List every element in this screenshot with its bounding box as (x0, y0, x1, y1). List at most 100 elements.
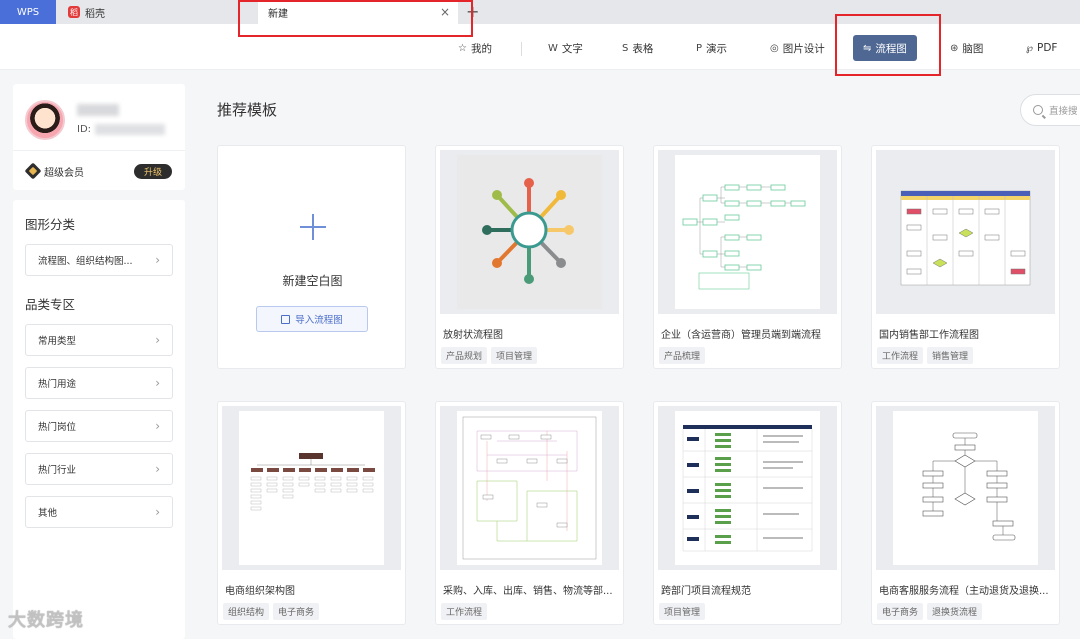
import-icon (281, 314, 291, 324)
tag[interactable]: 电子商务 (877, 603, 924, 620)
tab-daoke[interactable]: 稻 稻壳 (58, 0, 238, 24)
import-label: 导入流程图 (295, 315, 343, 326)
template-thumbnail (440, 150, 619, 314)
tab-daoke-label: 稻壳 (85, 8, 105, 20)
nav-presentation[interactable]: P 演示 (686, 35, 737, 61)
tag[interactable]: 工作流程 (877, 347, 924, 364)
template-card[interactable]: 电商客服服务流程（主动退货及退换... 电子商务 退换货流程 (871, 401, 1060, 625)
category-zone-heading: 品类专区 (25, 297, 76, 312)
chevron-right-icon: › (155, 419, 160, 433)
user-id-blurred (95, 124, 165, 135)
nav-image-design-label: 图片设计 (782, 42, 825, 55)
chevron-right-icon: › (155, 253, 160, 267)
template-thumbnail (876, 406, 1055, 570)
search-input[interactable]: 直接搜 (1020, 94, 1080, 126)
category-item-common[interactable]: 常用类型 › (25, 324, 173, 356)
template-tags: 工作流程 (441, 603, 488, 620)
shape-category-select[interactable]: 流程图、组织结构图... › (25, 244, 173, 276)
nav-mine-label: 我的 (470, 42, 492, 55)
template-tags: 项目管理 (659, 603, 706, 620)
template-card[interactable]: 跨部门项目流程规范 项目管理 (653, 401, 842, 625)
chevron-right-icon: › (155, 333, 160, 347)
tag[interactable]: 产品规划 (441, 347, 488, 364)
tree-flowchart-preview (675, 155, 820, 309)
tag[interactable]: 项目管理 (491, 347, 538, 364)
tag[interactable]: 组织结构 (223, 603, 270, 620)
template-card[interactable]: 采购、入库、出库、销售、物流等部... 工作流程 (435, 401, 624, 625)
template-card[interactable]: 放射状流程图 产品规划 项目管理 (435, 145, 624, 369)
nav-image-design[interactable]: ◎ 图片设计 (760, 35, 835, 61)
nav-pdf[interactable]: ℘ PDF (1016, 35, 1067, 61)
nav-spreadsheet[interactable]: S 表格 (612, 35, 663, 61)
cross-dept-flowchart-preview (675, 411, 820, 565)
category-item-label: 常用类型 (38, 336, 77, 347)
template-card[interactable]: 电商组织架构图 组织结构 电子商务 (217, 401, 406, 625)
category-item-label: 其他 (38, 508, 58, 519)
template-tags: 产品规划 项目管理 (441, 347, 538, 364)
presentation-icon: P (696, 42, 703, 54)
chevron-right-icon: › (155, 462, 160, 476)
username-blurred (77, 104, 119, 116)
mindmap-icon: ⊛ (950, 42, 959, 54)
nav-pdf-label: PDF (1036, 42, 1058, 54)
nav-mindmap-label: 脑图 (962, 42, 984, 55)
vip-diamond-icon (24, 162, 42, 180)
import-flowchart-button[interactable]: 导入流程图 (256, 306, 368, 332)
page-title: 推荐模板 (217, 101, 278, 119)
template-tags: 组织结构 电子商务 (223, 603, 320, 620)
tag[interactable]: 项目管理 (659, 603, 706, 620)
template-title: 放射状流程图 (443, 330, 503, 341)
category-item-label: 热门用途 (38, 379, 77, 390)
category-item-label: 热门岗位 (38, 422, 77, 433)
upgrade-button[interactable]: 升级 (134, 164, 172, 179)
plus-icon (300, 214, 326, 240)
highlight-new-tab (238, 0, 473, 37)
template-tags: 电子商务 退换货流程 (877, 603, 983, 620)
highlight-flowchart-nav (835, 14, 941, 76)
new-blank-label: 新建空白图 (282, 274, 343, 288)
tag[interactable]: 退换货流程 (927, 603, 983, 620)
image-design-icon: ◎ (770, 42, 779, 54)
radial-flowchart-preview (457, 155, 602, 309)
template-title: 国内销售部工作流程图 (879, 330, 979, 341)
template-card[interactable]: 企业（含运营商）管理员端到端流程 产品梳理 (653, 145, 842, 369)
template-title: 跨部门项目流程规范 (661, 586, 751, 597)
nav-mindmap[interactable]: ⊛ 脑图 (940, 35, 993, 61)
template-title: 采购、入库、出库、销售、物流等部... (443, 586, 613, 597)
nav-spreadsheet-label: 表格 (632, 42, 654, 55)
avatar[interactable] (25, 100, 65, 140)
watermark-logo: 大数跨境 (8, 610, 84, 631)
tag[interactable]: 工作流程 (441, 603, 488, 620)
org-chart-preview (239, 411, 384, 565)
nav-mine[interactable]: ☆ 我的 (448, 35, 502, 61)
shape-category-heading: 图形分类 (25, 217, 76, 232)
template-title: 企业（含运营商）管理员端到端流程 (661, 330, 821, 341)
category-panel: 图形分类 流程图、组织结构图... › 品类专区 常用类型 › 热门用途 › 热门岗位… (13, 200, 185, 639)
tab-wps-label: WPS (16, 6, 40, 18)
customer-service-flowchart-preview (893, 411, 1038, 565)
daoke-logo-icon: 稻 (68, 6, 80, 18)
template-thumbnail (658, 406, 837, 570)
tag[interactable]: 电子商务 (273, 603, 320, 620)
search-placeholder: 直接搜 (1049, 106, 1078, 117)
spreadsheet-icon: S (622, 42, 629, 54)
template-tags: 产品梳理 (659, 347, 706, 364)
chevron-right-icon: › (155, 376, 160, 390)
category-item-other[interactable]: 其他 › (25, 496, 173, 528)
user-id-label: ID: (77, 124, 92, 135)
swimlane-flowchart-preview (893, 155, 1038, 309)
category-item-popular-use[interactable]: 热门用途 › (25, 367, 173, 399)
category-item-popular-position[interactable]: 热门岗位 › (25, 410, 173, 442)
template-title: 电商客服服务流程（主动退货及退换... (879, 586, 1049, 597)
profile-divider (13, 150, 185, 151)
tag[interactable]: 产品梳理 (659, 347, 706, 364)
category-item-popular-industry[interactable]: 热门行业 › (25, 453, 173, 485)
template-thumbnail (876, 150, 1055, 314)
tab-wps[interactable]: WPS (0, 0, 56, 24)
category-item-label: 热门行业 (38, 465, 77, 476)
tag[interactable]: 销售管理 (927, 347, 974, 364)
template-thumbnail (658, 150, 837, 314)
nav-writer[interactable]: W 文字 (538, 35, 593, 61)
template-card[interactable]: 国内销售部工作流程图 工作流程 销售管理 (871, 145, 1060, 369)
new-blank-card[interactable]: 新建空白图 导入流程图 (217, 145, 406, 369)
